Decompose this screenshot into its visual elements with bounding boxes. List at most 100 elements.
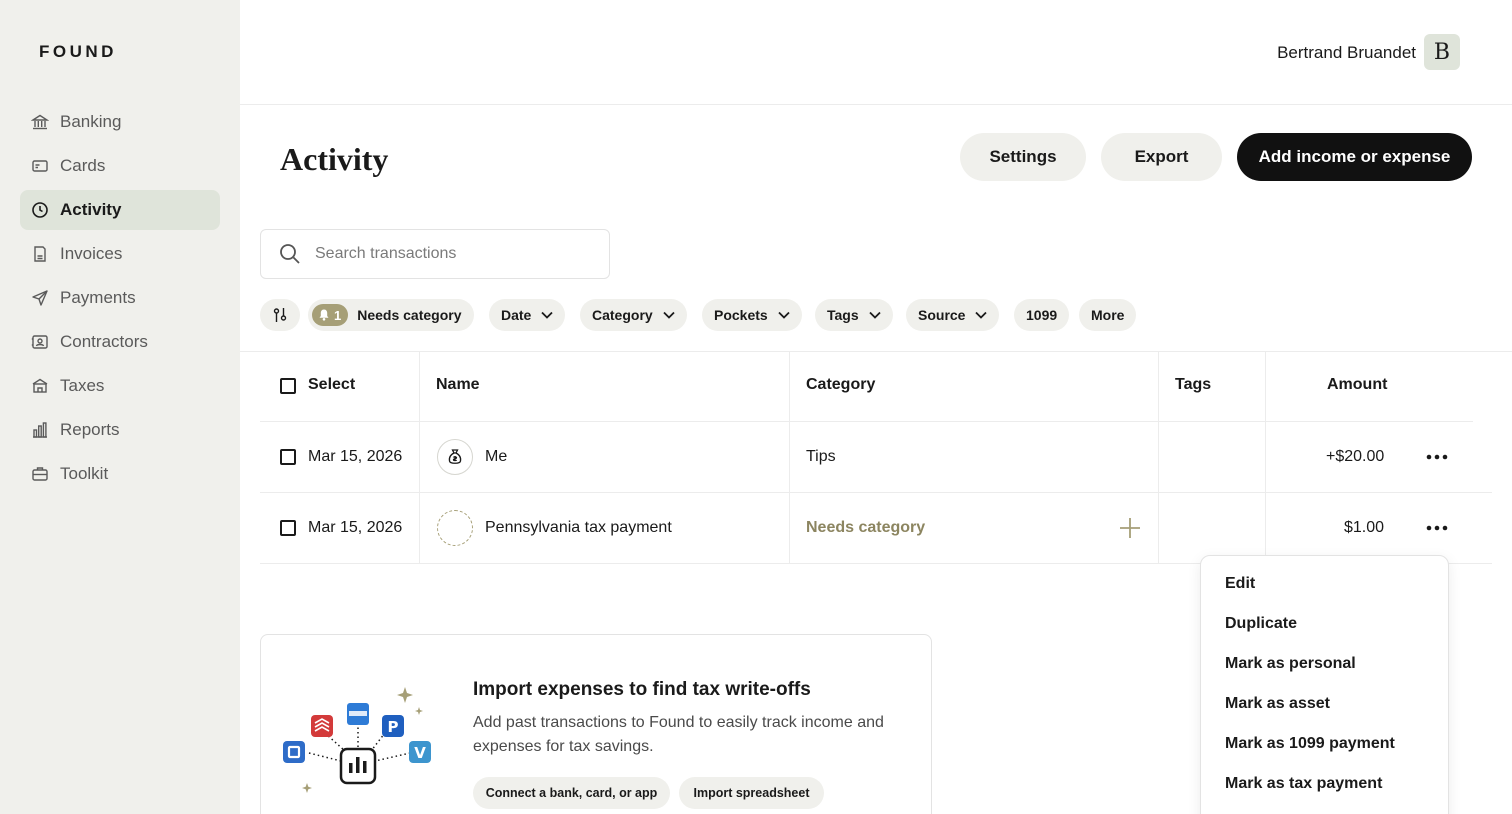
needs-category-count-badge: 1	[312, 304, 349, 326]
column-header-select: Select	[308, 376, 356, 393]
filter-1099[interactable]: 1099	[1014, 299, 1070, 331]
found-logo[interactable]: FOUND	[39, 42, 117, 62]
svg-text:V: V	[414, 744, 426, 762]
search-box	[260, 229, 610, 279]
filter-pockets[interactable]: Pockets	[702, 299, 802, 331]
search-icon	[278, 242, 302, 266]
row-name[interactable]: Me	[485, 448, 507, 466]
sidebar-item-contractors[interactable]: Contractors	[20, 322, 220, 362]
connect-bank-button[interactable]: Connect a bank, card, or app	[473, 777, 670, 809]
bell-icon	[319, 309, 329, 321]
sidebar-item-label: Payments	[60, 288, 136, 307]
sidebar-item-cards[interactable]: Cards	[20, 146, 220, 186]
add-category-plus-icon[interactable]	[1118, 516, 1142, 540]
row-actions-menu: Edit Duplicate Mark as personal Mark as …	[1200, 555, 1449, 814]
transaction-avatar	[437, 439, 473, 475]
add-income-expense-button[interactable]: Add income or expense	[1237, 133, 1472, 181]
sidebar-nav: Banking Cards Activity Invoices Payments	[20, 102, 220, 498]
filter-label: Date	[501, 307, 532, 323]
filter-settings-button[interactable]	[260, 299, 300, 331]
import-title: Import expenses to find tax write-offs	[473, 679, 811, 700]
chevron-down-icon	[541, 311, 553, 319]
row-date: Mar 15, 2026	[308, 519, 403, 536]
menu-item-mark-asset[interactable]: Mark as asset	[1225, 695, 1330, 713]
filter-label: Pockets	[714, 307, 768, 323]
avatar[interactable]: B	[1424, 34, 1460, 70]
menu-item-duplicate[interactable]: Duplicate	[1225, 615, 1297, 633]
row-checkbox[interactable]	[280, 520, 296, 536]
sidebar-item-taxes[interactable]: Taxes	[20, 366, 220, 406]
filter-label: Tags	[827, 307, 859, 323]
transaction-avatar-empty	[437, 510, 473, 546]
sidebar-item-invoices[interactable]: Invoices	[20, 234, 220, 274]
sidebar-item-label: Invoices	[60, 244, 123, 263]
filter-label: 1099	[1026, 307, 1058, 323]
column-divider	[789, 352, 790, 564]
row-date: Mar 15, 2026	[308, 448, 403, 465]
clock-icon	[31, 201, 49, 219]
sidebar-item-activity[interactable]: Activity	[20, 190, 220, 230]
column-header-tags[interactable]: Tags	[1175, 376, 1211, 394]
menu-item-mark-1099[interactable]: Mark as 1099 payment	[1225, 735, 1395, 753]
sidebar-item-banking[interactable]: Banking	[20, 102, 220, 142]
import-spreadsheet-button[interactable]: Import spreadsheet	[679, 777, 824, 809]
row-checkbox[interactable]	[280, 449, 296, 465]
menu-item-mark-personal[interactable]: Mark as personal	[1225, 655, 1356, 673]
user-name[interactable]: Bertrand Bruandet	[1277, 43, 1416, 63]
filter-settings-icon	[272, 307, 288, 323]
row-name[interactable]: Pennsylvania tax payment	[485, 519, 672, 537]
more-options-icon[interactable]	[1423, 447, 1451, 467]
column-divider	[419, 352, 420, 564]
filter-date[interactable]: Date	[489, 299, 566, 331]
page-title: Activity	[280, 141, 389, 177]
menu-item-edit[interactable]: Edit	[1225, 575, 1255, 593]
table-divider	[260, 421, 1473, 422]
column-header-name[interactable]: Name	[436, 376, 480, 394]
money-bag-icon	[447, 448, 463, 466]
filter-source[interactable]: Source	[906, 299, 1000, 331]
top-bar: Bertrand Bruandet B	[240, 0, 1512, 105]
needs-category-count: 1	[334, 307, 342, 323]
sidebar-item-label: Activity	[60, 200, 122, 219]
chevron-down-icon	[975, 311, 988, 319]
building-icon	[31, 377, 49, 395]
sidebar-item-label: Toolkit	[60, 464, 109, 483]
briefcase-icon	[31, 465, 49, 483]
settings-button[interactable]: Settings	[960, 133, 1086, 181]
table-divider	[240, 351, 1512, 352]
filter-tags[interactable]: Tags	[815, 299, 893, 331]
row-category-needs[interactable]: Needs category	[806, 519, 925, 537]
sidebar-item-label: Reports	[60, 420, 120, 439]
import-description: Add past transactions to Found to easily…	[473, 714, 884, 755]
filter-needs-category[interactable]: 1 Needs category	[308, 299, 474, 331]
more-options-icon[interactable]	[1423, 518, 1451, 538]
sidebar-item-label: Taxes	[60, 376, 105, 395]
filter-more[interactable]: More	[1079, 299, 1137, 331]
sidebar-item-reports[interactable]: Reports	[20, 410, 220, 450]
row-amount: +$20.00	[1326, 448, 1385, 465]
sidebar-item-payments[interactable]: Payments	[20, 278, 220, 318]
select-all-checkbox[interactable]	[280, 378, 296, 394]
bank-icon	[31, 113, 49, 131]
filter-label: Needs category	[357, 307, 462, 323]
column-header-category[interactable]: Category	[806, 376, 875, 394]
search-input[interactable]	[315, 245, 575, 263]
sidebar-item-label: Banking	[60, 112, 122, 131]
chevron-down-icon	[663, 311, 675, 319]
sidebar-item-toolkit[interactable]: Toolkit	[20, 454, 220, 494]
filter-label: More	[1091, 307, 1125, 323]
chevron-down-icon	[869, 311, 881, 319]
chart-icon	[31, 421, 49, 439]
sidebar-item-label: Cards	[60, 156, 106, 175]
column-header-amount[interactable]: Amount	[1327, 376, 1387, 394]
import-expenses-card: P V Import expenses to find tax write-of…	[260, 634, 932, 814]
table-divider	[260, 492, 1492, 493]
row-category[interactable]: Tips	[806, 448, 836, 466]
filter-category[interactable]: Category	[580, 299, 687, 331]
sidebar: FOUND Banking Cards Activity Invoices Pa…	[0, 0, 240, 814]
menu-item-mark-tax-payment[interactable]: Mark as tax payment	[1225, 775, 1382, 793]
export-button[interactable]: Export	[1101, 133, 1222, 181]
send-icon	[31, 289, 49, 307]
integrations-illustration: P V	[279, 681, 439, 801]
sidebar-item-label: Contractors	[60, 332, 148, 351]
